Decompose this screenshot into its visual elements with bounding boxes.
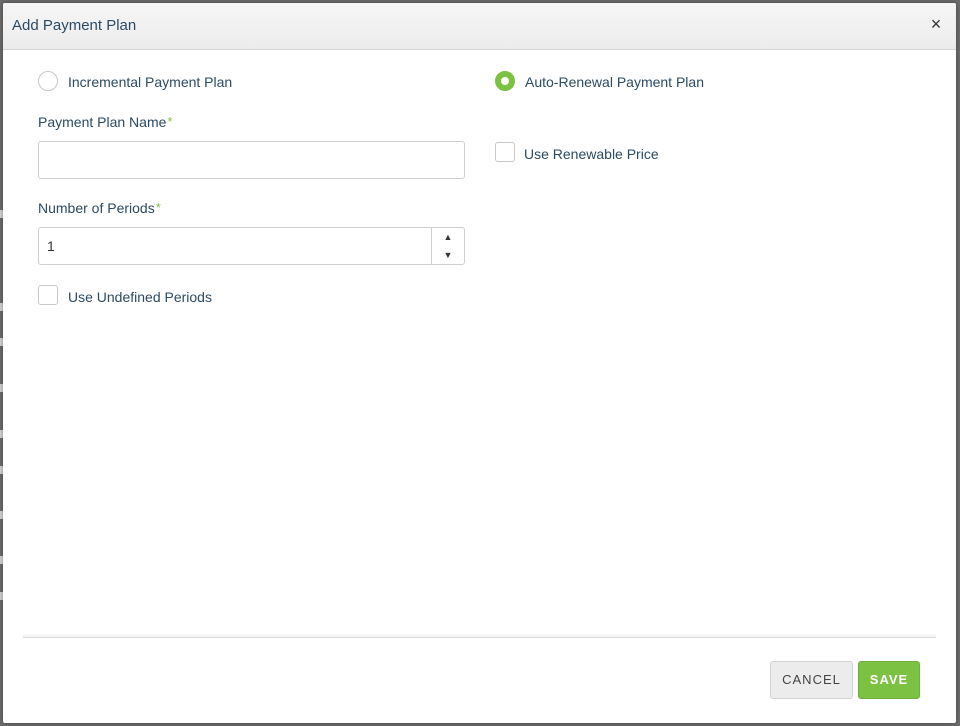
- incremental-plan-radio[interactable]: [38, 71, 58, 91]
- payment-plan-name-label: Payment Plan Name*: [38, 114, 172, 130]
- use-renewable-price-checkbox[interactable]: [495, 142, 515, 162]
- payment-plan-name-input[interactable]: [38, 141, 465, 179]
- payment-plan-name-label-text: Payment Plan Name: [38, 114, 167, 130]
- close-icon[interactable]: ×: [928, 15, 944, 33]
- dialog-header: Add Payment Plan ×: [3, 3, 956, 50]
- stepper-controls: ▲ ▼: [431, 228, 464, 264]
- required-marker: *: [167, 114, 173, 129]
- incremental-plan-label[interactable]: Incremental Payment Plan: [68, 74, 232, 90]
- number-of-periods-label-text: Number of Periods: [38, 200, 155, 216]
- number-of-periods-label: Number of Periods*: [38, 200, 161, 216]
- chevron-down-icon[interactable]: ▼: [432, 246, 464, 264]
- number-of-periods-value[interactable]: 1: [47, 238, 55, 254]
- use-undefined-periods-label[interactable]: Use Undefined Periods: [68, 289, 212, 305]
- use-renewable-price-label[interactable]: Use Renewable Price: [524, 146, 659, 162]
- number-of-periods-stepper[interactable]: 1 ▲ ▼: [38, 227, 465, 265]
- add-payment-plan-dialog: Add Payment Plan × Incremental Payment P…: [3, 3, 956, 723]
- footer-divider: [23, 633, 936, 638]
- chevron-up-icon[interactable]: ▲: [432, 228, 464, 246]
- save-button[interactable]: SAVE: [858, 661, 920, 699]
- auto-renewal-plan-radio[interactable]: [495, 71, 515, 91]
- cancel-button[interactable]: CANCEL: [770, 661, 853, 699]
- auto-renewal-plan-label[interactable]: Auto-Renewal Payment Plan: [525, 74, 704, 90]
- required-marker: *: [155, 200, 161, 215]
- use-undefined-periods-checkbox[interactable]: [38, 285, 58, 305]
- dialog-title: Add Payment Plan: [12, 17, 137, 34]
